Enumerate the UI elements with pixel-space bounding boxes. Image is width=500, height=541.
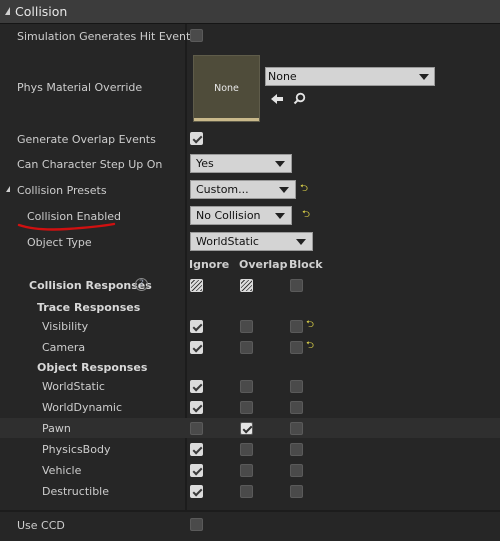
vehicle-overlap-checkbox[interactable] [240,464,253,477]
destructible-ignore-checkbox[interactable] [190,485,203,498]
physicsbody-block-checkbox[interactable] [290,443,303,456]
overlap-all-checkbox[interactable] [240,279,253,292]
pawn-ignore-checkbox[interactable] [190,422,203,435]
sim-hit-checkbox[interactable] [190,29,203,42]
red-annotation-underline [17,222,116,231]
phys-material-combo[interactable]: None [265,67,435,86]
object-row-label: PhysicsBody [42,443,111,456]
worlddynamic-overlap-checkbox[interactable] [240,401,253,414]
worldstatic-ignore-checkbox[interactable] [190,380,203,393]
pawn-overlap-checkbox[interactable] [240,422,253,435]
collision-details-panel: Collision Simulation Generates Hit Event… [0,0,500,541]
chevron-down-icon [275,161,285,167]
presets-expand-triangle-icon[interactable] [6,186,10,192]
presets-value: Custom... [196,183,249,196]
ignore-column-header: Ignore [189,258,230,271]
visibility-block-checkbox[interactable] [290,320,303,333]
object-row-label: Pawn [42,422,71,435]
phys-material-thumbnail[interactable]: None [193,55,260,122]
object-type-value: WorldStatic [196,235,259,248]
ignore-all-checkbox[interactable] [190,279,203,292]
object-row-label: WorldStatic [42,380,105,393]
camera-block-checkbox[interactable] [290,341,303,354]
phys-material-value: None [268,70,297,83]
presets-label: Collision Presets [17,184,107,197]
visibility-ignore-checkbox[interactable] [190,320,203,333]
visibility-overlap-checkbox[interactable] [240,320,253,333]
collision-enabled-combo[interactable]: No Collision [190,206,292,225]
object-row-label: Vehicle [42,464,82,477]
object-type-label: Object Type [27,236,92,249]
object-type-combo[interactable]: WorldStatic [190,232,313,251]
thumbnail-color-bar [194,118,259,121]
worldstatic-overlap-checkbox[interactable] [240,380,253,393]
overlap-column-header: Overlap [239,258,288,271]
help-icon[interactable]: ? [135,278,148,291]
camera-ignore-checkbox[interactable] [190,341,203,354]
step-up-value: Yes [196,157,214,170]
pawn-block-checkbox[interactable] [290,422,303,435]
sim-hit-label: Simulation Generates Hit Events [17,30,197,43]
physicsbody-ignore-checkbox[interactable] [190,443,203,456]
section-separator [0,510,500,512]
chevron-down-icon [279,187,289,193]
collision-enabled-value: No Collision [196,209,261,222]
use-ccd-label: Use CCD [17,519,65,532]
thumbnail-none-text: None [214,83,239,94]
object-row-label: WorldDynamic [42,401,123,414]
physicsbody-overlap-checkbox[interactable] [240,443,253,456]
chevron-down-icon [296,239,306,245]
reset-to-default-icon[interactable]: ⮌ [306,341,315,351]
chevron-down-icon [275,213,285,219]
reset-to-default-icon[interactable]: ⮌ [306,320,315,330]
presets-combo[interactable]: Custom... [190,180,296,199]
trace-responses-label: Trace Responses [37,301,141,314]
phys-material-label: Phys Material Override [17,81,143,94]
worlddynamic-block-checkbox[interactable] [290,401,303,414]
reset-to-default-icon[interactable]: ⮌ [300,184,309,194]
block-column-header: Block [289,258,323,271]
step-up-combo[interactable]: Yes [190,154,292,173]
worldstatic-block-checkbox[interactable] [290,380,303,393]
use-ccd-checkbox[interactable] [190,518,203,531]
worlddynamic-ignore-checkbox[interactable] [190,401,203,414]
reset-to-default-icon[interactable]: ⮌ [302,210,311,220]
object-row-label: Destructible [42,485,109,498]
gen-overlap-checkbox[interactable] [190,132,203,145]
trace-row-label: Visibility [42,320,89,333]
vehicle-block-checkbox[interactable] [290,464,303,477]
block-all-checkbox[interactable] [290,279,303,292]
collision-category-header[interactable]: Collision [0,0,500,24]
vehicle-ignore-checkbox[interactable] [190,464,203,477]
destructible-overlap-checkbox[interactable] [240,485,253,498]
camera-overlap-checkbox[interactable] [240,341,253,354]
object-responses-label: Object Responses [37,361,148,374]
collision-responses-label: Collision Responses [29,279,152,292]
gen-overlap-label: Generate Overlap Events [17,133,156,146]
step-up-label: Can Character Step Up On [17,158,163,171]
trace-row-label: Camera [42,341,86,354]
destructible-block-checkbox[interactable] [290,485,303,498]
category-title: Collision [15,4,68,19]
chevron-down-icon [419,74,429,80]
use-selected-arrow-icon[interactable] [270,93,284,105]
browse-magnifier-icon[interactable] [293,92,306,105]
collapse-triangle-icon[interactable] [5,7,10,15]
